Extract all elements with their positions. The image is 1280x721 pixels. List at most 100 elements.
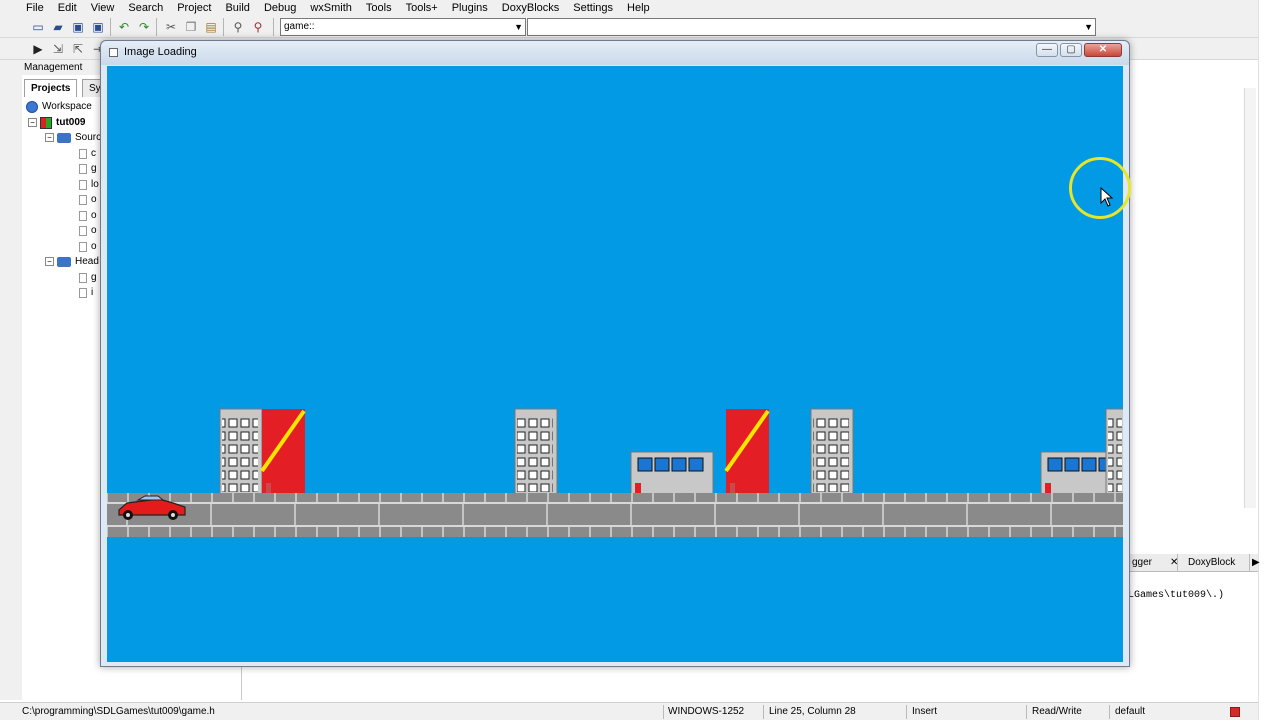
menu-edit[interactable]: Edit xyxy=(51,0,84,16)
copy-icon[interactable]: ❐ xyxy=(183,19,199,35)
menu-doxyblocks[interactable]: DoxyBlocks xyxy=(495,0,566,16)
status-separator xyxy=(1109,705,1110,719)
menu-help[interactable]: Help xyxy=(620,0,657,16)
office-building xyxy=(1105,408,1123,496)
step-into-icon[interactable]: ⇲ xyxy=(50,41,66,57)
menu-settings[interactable]: Settings xyxy=(566,0,620,16)
file-icon xyxy=(79,272,87,283)
tree-file[interactable]: c xyxy=(79,146,96,161)
file-icon xyxy=(79,225,87,236)
error-indicator-icon xyxy=(1230,707,1240,717)
paste-icon[interactable]: ▤ xyxy=(203,19,219,35)
close-button[interactable]: ✕ xyxy=(1084,43,1122,57)
sources-label: Sourc xyxy=(75,132,102,143)
tree-file[interactable]: lo xyxy=(79,177,99,192)
maximize-button[interactable]: ▢ xyxy=(1060,43,1082,57)
tree-file[interactable]: i xyxy=(79,285,93,300)
tree-sources-folder[interactable]: − Sourc xyxy=(45,130,101,145)
tab-projects[interactable]: Projects xyxy=(24,79,78,97)
tree-project[interactable]: − tut009 xyxy=(28,115,85,130)
scope-combo[interactable]: game:: ▼ xyxy=(280,18,526,36)
game-window-titlebar[interactable]: Image Loading — ▢ ✕ xyxy=(101,41,1129,65)
redo-icon[interactable]: ↷ xyxy=(136,19,152,35)
main-toolbar: ▭ ▰ ▣ ▣ ↶ ↷ ✂ ❐ ▤ ⚲ ⚲ game:: ▼ ▼ xyxy=(0,16,1258,38)
menu-file[interactable]: File xyxy=(0,0,51,16)
log-tabs: gger ✕ DoxyBlock ▶ xyxy=(1128,554,1260,572)
collapse-icon[interactable]: − xyxy=(45,257,54,266)
file-icon xyxy=(79,179,87,190)
menu-build[interactable]: Build xyxy=(218,0,256,16)
file-icon xyxy=(79,287,87,298)
open-folder-icon[interactable]: ▰ xyxy=(50,19,66,35)
tree-file[interactable]: o xyxy=(79,208,97,223)
tree-file[interactable]: g xyxy=(79,270,97,285)
game-canvas[interactable] xyxy=(107,66,1123,662)
tree-workspace[interactable]: Workspace xyxy=(26,99,92,114)
tree-file[interactable]: o xyxy=(79,223,97,238)
menu-plugins[interactable]: Plugins xyxy=(445,0,495,16)
collapse-icon[interactable]: − xyxy=(45,133,54,142)
workspace-icon xyxy=(26,100,38,113)
mouse-pointer-icon xyxy=(1100,187,1114,207)
new-file-icon[interactable]: ▭ xyxy=(30,19,46,35)
step-out-icon[interactable]: ⇱ xyxy=(70,41,86,57)
run-icon[interactable]: ▶ xyxy=(30,41,46,57)
cut-icon[interactable]: ✂ xyxy=(163,19,179,35)
function-combo[interactable]: ▼ xyxy=(527,18,1096,36)
red-tower xyxy=(724,409,770,495)
editor-vertical-scrollbar[interactable] xyxy=(1244,88,1256,508)
file-label: g xyxy=(91,272,97,283)
log-line: LGames\tut009\.) xyxy=(1128,590,1225,601)
workspace-label: Workspace xyxy=(42,101,92,112)
tree-file[interactable]: o xyxy=(79,192,97,207)
file-icon xyxy=(79,148,87,159)
tree-file[interactable]: g xyxy=(79,161,97,176)
right-edge-strip xyxy=(1258,0,1280,720)
status-separator xyxy=(763,705,764,719)
low-building xyxy=(630,451,714,496)
folder-icon xyxy=(57,256,71,267)
office-building xyxy=(219,408,263,496)
menu-project[interactable]: Project xyxy=(170,0,218,16)
menu-debug[interactable]: Debug xyxy=(257,0,303,16)
close-icon[interactable]: ✕ xyxy=(1166,554,1178,572)
toolbar-separator xyxy=(223,18,224,36)
file-icon xyxy=(79,194,87,205)
status-file-path: C:\programming\SDLGames\tut009\game.h xyxy=(22,706,215,717)
replace-icon[interactable]: ⚲ xyxy=(250,19,266,35)
file-label: lo xyxy=(91,179,99,190)
tree-headers-folder[interactable]: − Head xyxy=(45,254,99,269)
file-icon xyxy=(79,210,87,221)
toolbar-separator xyxy=(273,18,274,36)
menu-view[interactable]: View xyxy=(84,0,122,16)
menubar: File Edit View Search Project Build Debu… xyxy=(0,0,1258,16)
file-label: g xyxy=(91,163,97,174)
status-separator xyxy=(906,705,907,719)
find-icon[interactable]: ⚲ xyxy=(230,19,246,35)
menu-tools-plus[interactable]: Tools+ xyxy=(399,0,445,16)
collapse-icon[interactable]: − xyxy=(28,118,37,127)
red-tower xyxy=(260,409,306,495)
chevron-right-icon[interactable]: ▶ xyxy=(1248,554,1260,572)
file-label: c xyxy=(91,148,96,159)
status-separator xyxy=(1026,705,1027,719)
file-label: i xyxy=(91,287,94,298)
folder-icon xyxy=(57,132,71,143)
menu-tools[interactable]: Tools xyxy=(359,0,399,16)
file-label: o xyxy=(91,225,97,236)
tree-file[interactable]: o xyxy=(79,239,97,254)
save-icon[interactable]: ▣ xyxy=(70,19,86,35)
scope-combo-value: game:: xyxy=(284,21,315,32)
save-all-icon[interactable]: ▣ xyxy=(90,19,106,35)
road xyxy=(107,493,1123,537)
tab-doxyblocks[interactable]: DoxyBlock xyxy=(1184,554,1250,572)
status-mode: Insert xyxy=(912,706,938,717)
menu-wxsmith[interactable]: wxSmith xyxy=(303,0,359,16)
game-scene xyxy=(107,408,1123,537)
menu-search[interactable]: Search xyxy=(121,0,170,16)
undo-icon[interactable]: ↶ xyxy=(116,19,132,35)
minimize-button[interactable]: — xyxy=(1036,43,1058,57)
toolbar-separator xyxy=(110,18,111,36)
file-label: o xyxy=(91,241,97,252)
file-label: o xyxy=(91,210,97,221)
